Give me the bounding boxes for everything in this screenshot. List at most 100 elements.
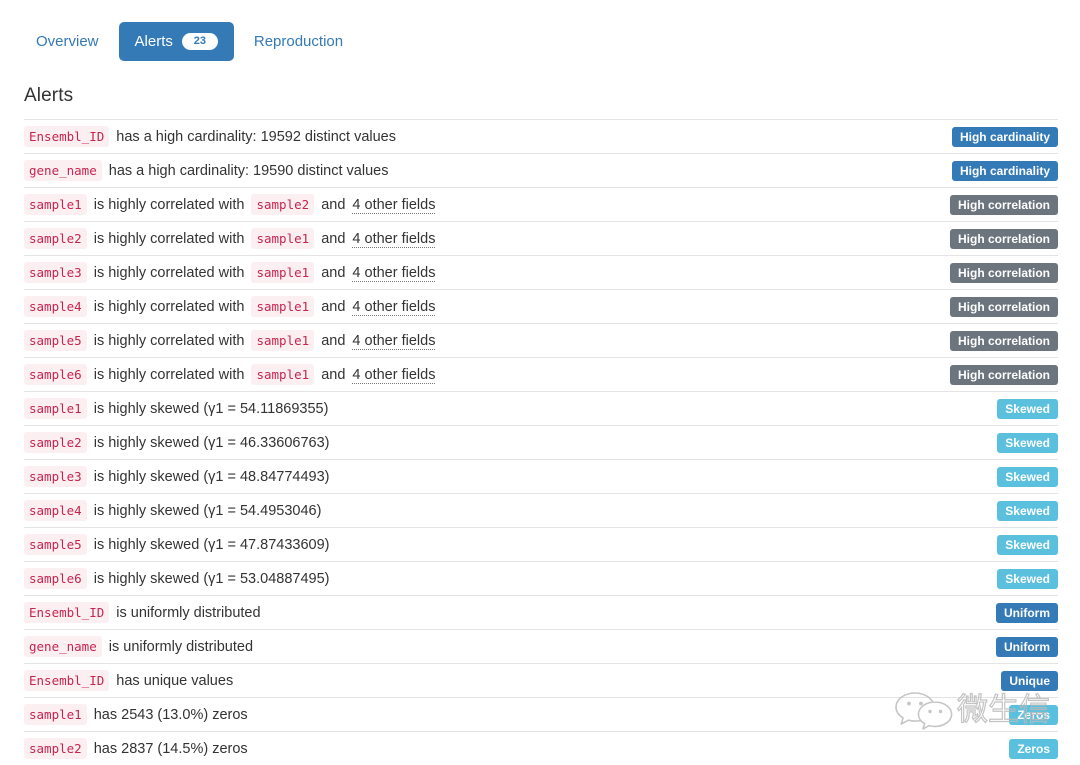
status-badge: High correlation [950,297,1058,317]
alert-description: sample4 is highly skewed (γ1 = 54.495304… [24,494,828,528]
alert-badge-cell: High cardinality [828,120,1058,154]
alert-text-fragment: has a high cardinality: 19590 distinct v… [109,163,389,179]
variable-token: sample1 [251,330,314,351]
alert-text-fragment: and [321,299,345,315]
tab-bar: Overview Alerts 23 Reproduction [0,0,1080,61]
variable-token: sample1 [251,228,314,249]
variable-token: Ensembl_ID [24,126,109,147]
alert-row: sample3 is highly skewed (γ1 = 48.847744… [24,460,1058,494]
tab-label: Alerts [135,34,173,49]
other-fields-tooltip[interactable]: 4 other fields [352,367,435,384]
alert-badge-cell: High correlation [828,256,1058,290]
alert-description: sample6 is highly correlated with sample… [24,358,828,392]
other-fields-tooltip[interactable]: 4 other fields [352,197,435,214]
alert-badge-cell: High correlation [828,222,1058,256]
tab-alerts[interactable]: Alerts 23 [119,22,234,61]
alert-description: sample3 is highly skewed (γ1 = 48.847744… [24,460,828,494]
status-badge: High correlation [950,331,1058,351]
status-badge: Skewed [997,433,1058,453]
alert-text-fragment: is uniformly distributed [116,605,260,621]
alert-description: Ensembl_ID has a high cardinality: 19592… [24,120,828,154]
alert-row: gene_name is uniformly distributed Unifo… [24,630,1058,664]
status-badge: Unique [1001,671,1058,691]
alert-text-fragment: has unique values [116,673,233,689]
alert-text-fragment: and [321,367,345,383]
status-badge: Skewed [997,501,1058,521]
alert-text-fragment: and [321,333,345,349]
page-title: Alerts [24,85,1080,107]
status-badge: High cardinality [952,161,1058,181]
alert-row: sample1 is highly correlated with sample… [24,188,1058,222]
alert-description: gene_name is uniformly distributed [24,630,828,664]
tab-count-badge: 23 [182,33,218,50]
alert-row: sample6 is highly correlated with sample… [24,358,1058,392]
alert-description: sample1 has 2543 (13.0%) zeros [24,698,828,732]
alert-row: sample1 is highly skewed (γ1 = 54.118693… [24,392,1058,426]
status-badge: High correlation [950,229,1058,249]
alert-badge-cell: Uniform [828,596,1058,630]
status-badge: Skewed [997,535,1058,555]
alert-text-fragment: is highly correlated with [94,231,245,247]
variable-token: gene_name [24,160,102,181]
alert-badge-cell: Unique [828,664,1058,698]
status-badge: High correlation [950,365,1058,385]
variable-token: sample4 [24,500,87,521]
variable-token: sample3 [24,262,87,283]
alert-row: sample2 has 2837 (14.5%) zeros Zeros [24,732,1058,765]
tab-overview[interactable]: Overview [20,23,115,60]
alert-text-fragment: is uniformly distributed [109,639,253,655]
status-badge: Uniform [996,637,1058,657]
alert-description: sample4 is highly correlated with sample… [24,290,828,324]
tab-reproduction[interactable]: Reproduction [238,23,359,60]
alert-row: Ensembl_ID has a high cardinality: 19592… [24,120,1058,154]
alert-description: sample2 has 2837 (14.5%) zeros [24,732,828,765]
alert-badge-cell: Zeros [828,698,1058,732]
alert-row: gene_name has a high cardinality: 19590 … [24,154,1058,188]
other-fields-tooltip[interactable]: 4 other fields [352,299,435,316]
alert-badge-cell: High correlation [828,358,1058,392]
variable-token: sample2 [24,432,87,453]
status-badge: High correlation [950,195,1058,215]
alert-badge-cell: High correlation [828,324,1058,358]
variable-token: sample6 [24,364,87,385]
alert-badge-cell: Skewed [828,494,1058,528]
variable-token: sample3 [24,466,87,487]
alert-text-fragment: and [321,231,345,247]
alert-text-fragment: is highly correlated with [94,367,245,383]
variable-token: sample2 [24,738,87,759]
other-fields-tooltip[interactable]: 4 other fields [352,265,435,282]
alert-badge-cell: Skewed [828,426,1058,460]
status-badge: Zeros [1009,739,1058,759]
variable-token: sample1 [251,262,314,283]
alert-text-fragment: has 2543 (13.0%) zeros [94,707,248,723]
alert-description: sample5 is highly skewed (γ1 = 47.874336… [24,528,828,562]
alert-text-fragment: is highly skewed (γ1 = 54.4953046) [94,503,322,519]
alert-badge-cell: Skewed [828,460,1058,494]
alert-description: sample3 is highly correlated with sample… [24,256,828,290]
alert-description: sample6 is highly skewed (γ1 = 53.048874… [24,562,828,596]
alert-badge-cell: Uniform [828,630,1058,664]
alert-description: sample1 is highly correlated with sample… [24,188,828,222]
alert-row: sample6 is highly skewed (γ1 = 53.048874… [24,562,1058,596]
alert-text-fragment: has 2837 (14.5%) zeros [94,741,248,757]
variable-token: sample1 [24,194,87,215]
alert-row: sample2 is highly skewed (γ1 = 46.336067… [24,426,1058,460]
variable-token: sample4 [24,296,87,317]
alert-badge-cell: High correlation [828,290,1058,324]
variable-token: sample1 [24,704,87,725]
other-fields-tooltip[interactable]: 4 other fields [352,333,435,350]
variable-token: sample1 [24,398,87,419]
alert-badge-cell: High cardinality [828,154,1058,188]
alert-row: Ensembl_ID has unique values Unique [24,664,1058,698]
variable-token: Ensembl_ID [24,670,109,691]
alert-text-fragment: is highly correlated with [94,299,245,315]
alert-row: sample5 is highly correlated with sample… [24,324,1058,358]
variable-token: sample5 [24,330,87,351]
alert-row: sample4 is highly correlated with sample… [24,290,1058,324]
alert-badge-cell: Skewed [828,528,1058,562]
alert-text-fragment: is highly correlated with [94,265,245,281]
variable-token: sample5 [24,534,87,555]
alert-text-fragment: is highly skewed (γ1 = 54.11869355) [94,401,329,417]
other-fields-tooltip[interactable]: 4 other fields [352,231,435,248]
status-badge: Skewed [997,399,1058,419]
